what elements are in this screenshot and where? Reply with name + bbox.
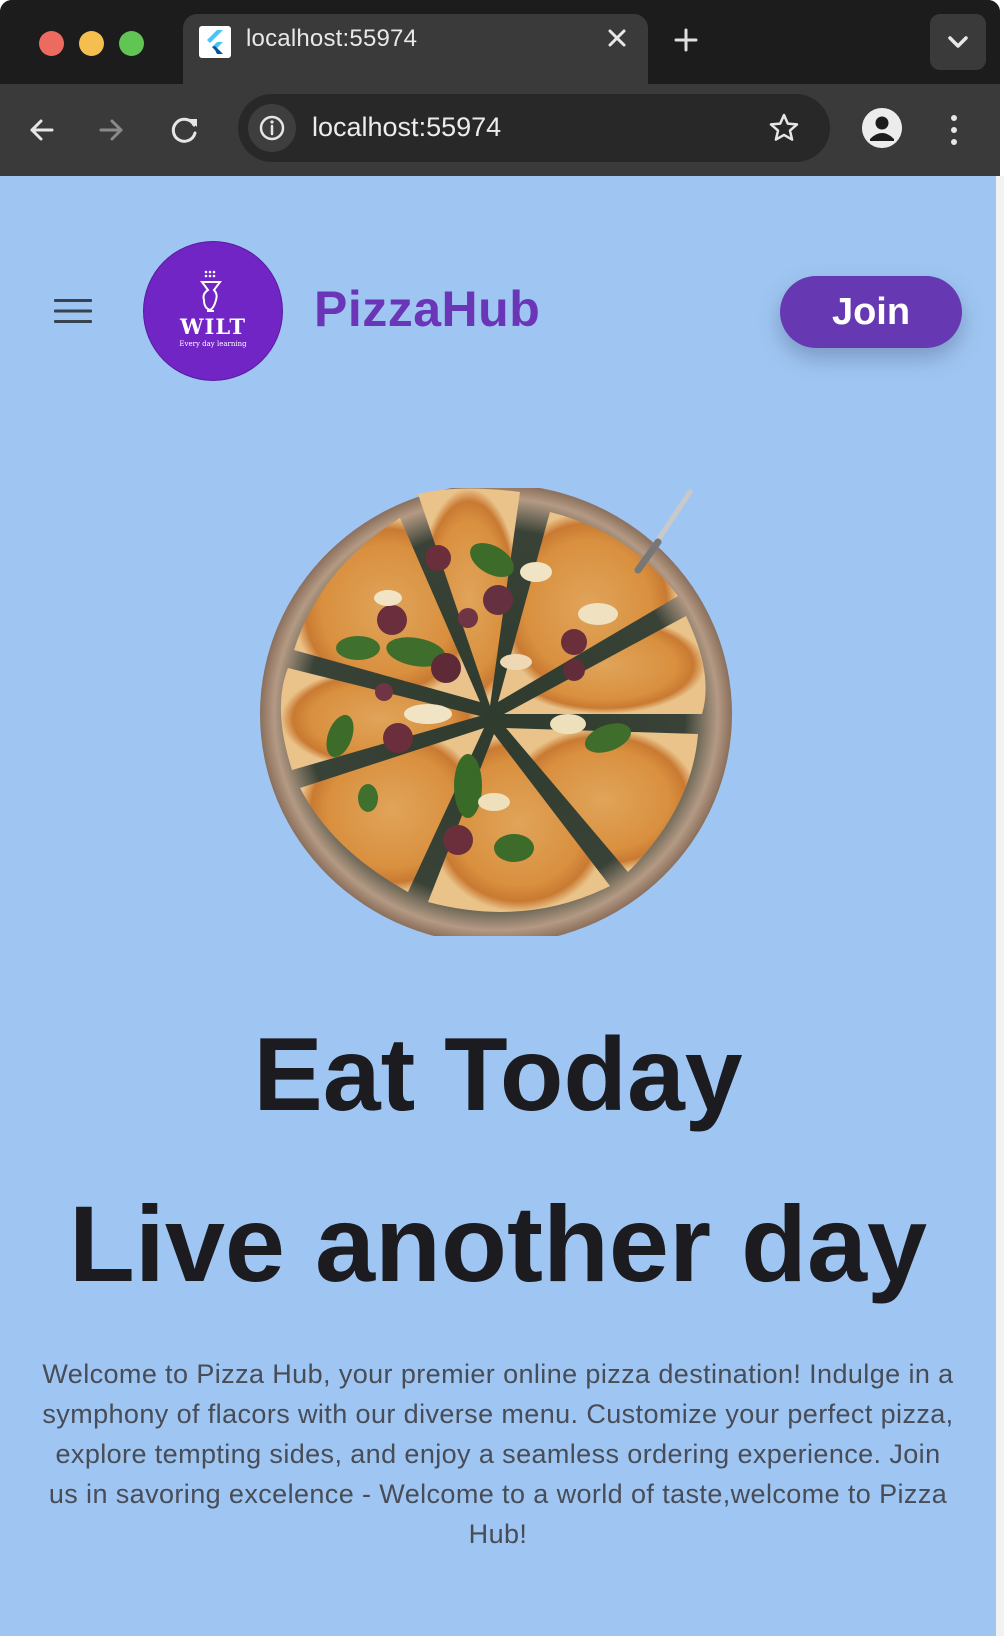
browser-tab[interactable]: localhost:55974 <box>183 14 648 84</box>
kebab-menu-icon[interactable] <box>940 106 968 154</box>
close-icon[interactable] <box>601 22 633 54</box>
reload-icon <box>171 117 197 143</box>
star-icon[interactable] <box>766 110 802 146</box>
browser-toolbar: localhost:55974 <box>0 84 1000 176</box>
info-icon[interactable] <box>248 104 296 152</box>
url-text[interactable]: localhost:55974 <box>312 112 501 143</box>
plus-icon[interactable] <box>668 22 704 58</box>
flutter-favicon-icon <box>199 26 231 58</box>
tab-search-button[interactable] <box>930 14 986 70</box>
pizza-image <box>258 488 734 936</box>
logo-tagline: Every day learning <box>179 340 247 348</box>
welcome-description: Welcome to Pizza Hub, your premier onlin… <box>42 1359 954 1549</box>
join-button[interactable]: Join <box>780 276 962 348</box>
lightbulb-icon <box>200 270 222 312</box>
maximize-window-button[interactable] <box>119 31 144 56</box>
hamburger-menu-icon[interactable] <box>54 298 92 324</box>
forward-button[interactable] <box>89 108 133 152</box>
headline-live-another-day: Live another day <box>68 1183 928 1304</box>
close-window-button[interactable] <box>39 31 64 56</box>
address-bar[interactable]: localhost:55974 <box>238 94 830 162</box>
web-page: WILT Every day learning PizzaHub Join Ea… <box>0 176 996 1636</box>
arrow-right-icon <box>99 119 123 141</box>
logo-text: WILT <box>179 314 247 339</box>
minimize-window-button[interactable] <box>79 31 104 56</box>
back-button[interactable] <box>20 108 64 152</box>
wilt-logo: WILT Every day learning <box>144 242 282 380</box>
chevron-down-icon <box>948 36 968 48</box>
tab-strip: localhost:55974 <box>0 0 1000 84</box>
reload-button[interactable] <box>163 108 207 152</box>
brand-title: PizzaHub <box>314 281 541 337</box>
arrow-left-icon <box>30 119 54 141</box>
window-edge <box>996 176 1004 1636</box>
person-icon[interactable] <box>862 108 902 148</box>
tab-title: localhost:55974 <box>246 25 418 52</box>
headline-eat-today: Eat Today <box>253 1017 743 1133</box>
browser-window: localhost:55974 localhost:55974 WILT Eve… <box>0 0 1000 1636</box>
